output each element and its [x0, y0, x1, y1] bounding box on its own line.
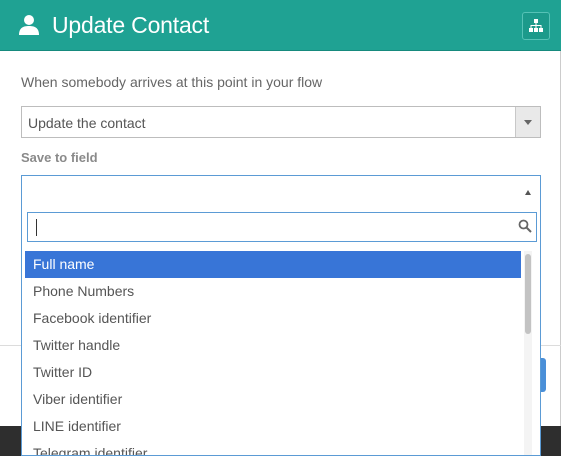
option-line-identifier[interactable]: LINE identifier: [25, 413, 521, 440]
chevron-up-icon: [525, 190, 531, 195]
search-icon: [518, 219, 532, 233]
option-twitter-handle[interactable]: Twitter handle: [25, 332, 521, 359]
modal-header: Update Contact: [0, 0, 561, 51]
action-select-value: Update the contact: [28, 115, 146, 131]
user-icon: [19, 15, 39, 35]
field-dropdown: Full name Phone Numbers Facebook identif…: [21, 209, 541, 456]
text-cursor: [36, 219, 37, 236]
scrollbar-thumb[interactable]: [525, 254, 531, 334]
modal-title: Update Contact: [52, 12, 210, 38]
field-options-list: Full name Phone Numbers Facebook identif…: [25, 251, 521, 455]
save-to-field-label: Save to field: [21, 150, 98, 165]
search-input[interactable]: [30, 215, 518, 239]
option-facebook-identifier[interactable]: Facebook identifier: [25, 305, 521, 332]
flow-map-button[interactable]: [522, 12, 550, 40]
action-select[interactable]: Update the contact: [21, 106, 541, 138]
action-select-toggle[interactable]: [515, 107, 540, 137]
sitemap-icon: [529, 19, 543, 32]
option-full-name[interactable]: Full name: [25, 251, 521, 278]
chevron-down-icon: [524, 120, 532, 125]
option-twitter-id[interactable]: Twitter ID: [25, 359, 521, 386]
option-phone-numbers[interactable]: Phone Numbers: [25, 278, 521, 305]
option-viber-identifier[interactable]: Viber identifier: [25, 386, 521, 413]
field-select[interactable]: [21, 175, 541, 210]
intro-text: When somebody arrives at this point in y…: [21, 74, 323, 90]
option-telegram-identifier[interactable]: Telegram identifier: [25, 440, 521, 455]
search-box[interactable]: [27, 212, 537, 242]
